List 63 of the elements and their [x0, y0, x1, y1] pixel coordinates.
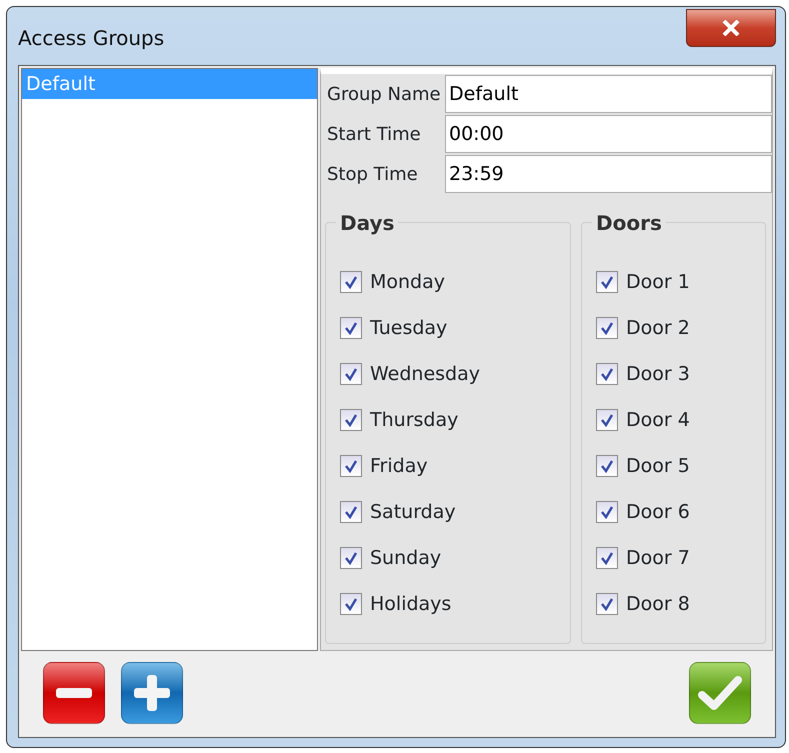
- field-label: Group Name: [326, 82, 442, 106]
- checkbox[interactable]: [340, 455, 362, 477]
- checkbox[interactable]: [596, 409, 618, 431]
- text-field[interactable]: 23:59: [445, 155, 772, 193]
- field-label: Stop Time: [326, 162, 419, 186]
- checkbox-label[interactable]: Door 4: [626, 406, 690, 434]
- checkbox[interactable]: [340, 547, 362, 569]
- remove-button[interactable]: [43, 662, 105, 724]
- checkbox-label[interactable]: Door 6: [626, 498, 690, 526]
- checkmark-icon: [600, 505, 614, 519]
- checkbox[interactable]: [596, 363, 618, 385]
- checkbox[interactable]: [596, 547, 618, 569]
- checkbox-label[interactable]: Tuesday: [370, 314, 448, 342]
- confirm-button[interactable]: [689, 662, 751, 724]
- checkmark-icon: [600, 459, 614, 473]
- checkbox[interactable]: [596, 593, 618, 615]
- checkbox[interactable]: [596, 455, 618, 477]
- checkmark-icon: [600, 413, 614, 427]
- checkbox[interactable]: [340, 271, 362, 293]
- checkmark-icon: [344, 321, 358, 335]
- close-button[interactable]: [686, 9, 776, 47]
- checkbox[interactable]: [340, 409, 362, 431]
- minus-icon: [56, 688, 92, 698]
- checkmark-icon: [600, 367, 614, 381]
- checkbox[interactable]: [340, 317, 362, 339]
- checkmark-icon: [600, 551, 614, 565]
- checkbox-label[interactable]: Sunday: [370, 544, 442, 572]
- checkbox-label[interactable]: Door 2: [626, 314, 690, 342]
- checkbox[interactable]: [340, 501, 362, 523]
- checkmark-icon: [344, 551, 358, 565]
- checkmark-icon: [344, 275, 358, 289]
- checkbox[interactable]: [596, 271, 618, 293]
- add-button[interactable]: [121, 662, 183, 724]
- checkbox[interactable]: [596, 317, 618, 339]
- checkbox-label[interactable]: Door 3: [626, 360, 690, 388]
- checkmark-icon: [600, 275, 614, 289]
- checkmark-icon: [344, 367, 358, 381]
- checkmark-icon: [600, 597, 614, 611]
- checkmark-icon: [344, 505, 358, 519]
- checkbox-label[interactable]: Holidays: [370, 590, 452, 618]
- checkbox-label[interactable]: Monday: [370, 268, 446, 296]
- checkbox[interactable]: [340, 363, 362, 385]
- checkbox-label[interactable]: Door 1: [626, 268, 690, 296]
- checkmark-icon: [698, 675, 742, 711]
- close-icon: [722, 20, 740, 36]
- text-field[interactable]: Default: [445, 75, 772, 113]
- checkbox-label[interactable]: Door 5: [626, 452, 690, 480]
- checkbox-label[interactable]: Friday: [370, 452, 428, 480]
- checkmark-icon: [344, 597, 358, 611]
- plus-icon: [134, 675, 170, 711]
- checkbox[interactable]: [596, 501, 618, 523]
- checkbox-label[interactable]: Wednesday: [370, 360, 480, 388]
- checkbox-label[interactable]: Door 7: [626, 544, 690, 572]
- window-title: Access Groups: [18, 25, 164, 52]
- checkbox-label[interactable]: Thursday: [370, 406, 458, 434]
- checkmark-icon: [344, 459, 358, 473]
- checkbox-label[interactable]: Saturday: [370, 498, 456, 526]
- checkbox[interactable]: [340, 593, 362, 615]
- checkmark-icon: [344, 413, 358, 427]
- checkbox-label[interactable]: Door 8: [626, 590, 690, 618]
- checkmark-icon: [600, 321, 614, 335]
- text-field[interactable]: 00:00: [445, 115, 772, 153]
- field-label: Start Time: [326, 122, 422, 146]
